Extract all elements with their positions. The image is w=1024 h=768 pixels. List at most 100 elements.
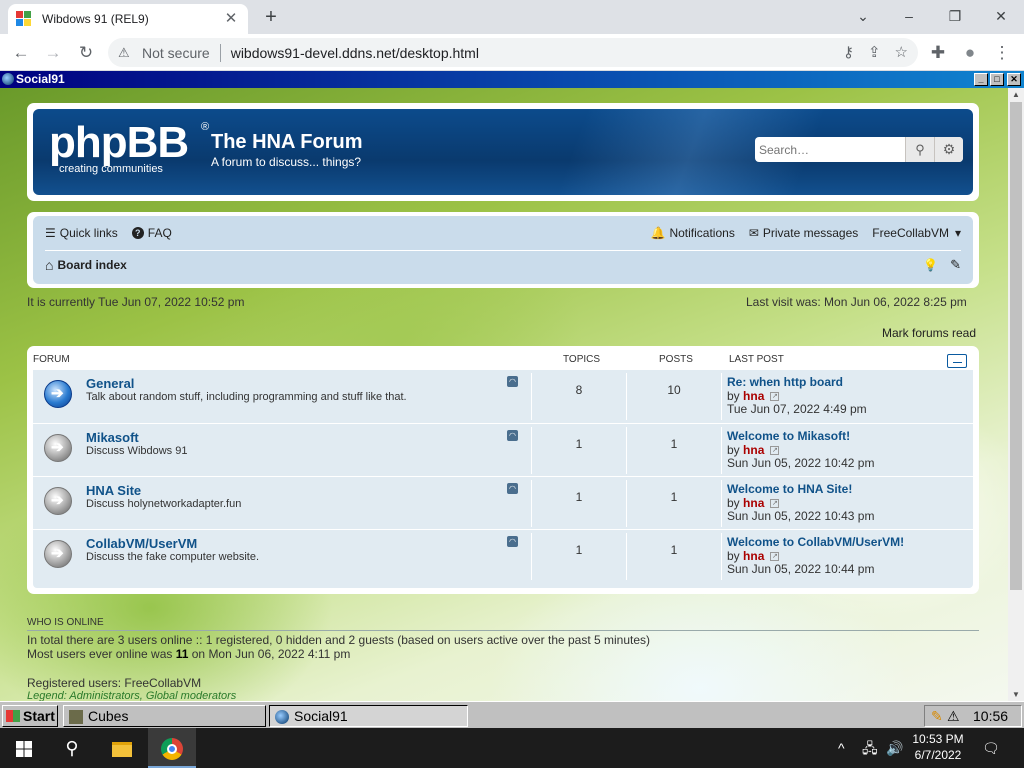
window-close-button[interactable]: ✕ bbox=[1007, 73, 1021, 86]
key-icon[interactable]: ⚷ bbox=[843, 43, 854, 61]
username-label: FreeCollabVM bbox=[872, 226, 949, 240]
phpbb-logo[interactable]: phpBB ® creating communities bbox=[49, 118, 209, 176]
forum-description: Discuss holynetworkadapter.fun bbox=[86, 498, 242, 510]
lightbulb-icon[interactable]: 💡 bbox=[923, 258, 938, 272]
by-label: by bbox=[727, 443, 740, 457]
show-hidden-icons[interactable]: ^ bbox=[838, 728, 845, 768]
bookmark-star-icon[interactable]: ☆ bbox=[895, 43, 908, 61]
view-latest-post-icon[interactable]: ↗ bbox=[770, 499, 780, 509]
board-index-link[interactable]: ⌂ Board index bbox=[45, 257, 127, 273]
close-window-button[interactable]: ✕ bbox=[978, 2, 1024, 30]
rss-feed-icon[interactable]: ◠ bbox=[507, 376, 518, 387]
rss-feed-icon[interactable]: ◠ bbox=[507, 430, 518, 441]
paintbrush-icon[interactable]: ✎ bbox=[950, 257, 961, 273]
view-latest-post-icon[interactable]: ↗ bbox=[770, 392, 780, 402]
last-post-title[interactable]: Welcome to CollabVM/UserVM! bbox=[727, 535, 904, 549]
last-post-title[interactable]: Welcome to HNA Site! bbox=[727, 482, 852, 496]
windows-search-icon[interactable]: ⚲ bbox=[48, 728, 96, 768]
view-latest-post-icon[interactable]: ↗ bbox=[770, 552, 780, 562]
topics-count: 1 bbox=[575, 437, 583, 451]
key-tray-icon[interactable]: ✎ bbox=[931, 706, 943, 726]
forum-name[interactable]: CollabVM/UserVM bbox=[86, 536, 197, 551]
warning-tray-icon[interactable]: ⚠ bbox=[947, 706, 960, 726]
start-button[interactable]: Start bbox=[2, 705, 58, 727]
menu-icon[interactable]: ⋮ bbox=[989, 40, 1015, 66]
last-post-title[interactable]: Re: when http board bbox=[727, 375, 843, 389]
clock-date: 6/7/2022 bbox=[914, 748, 962, 762]
scroll-down-icon[interactable]: ▼ bbox=[1012, 690, 1020, 699]
minimize-button[interactable]: – bbox=[886, 2, 932, 30]
social91-app-icon bbox=[2, 73, 14, 85]
reload-icon[interactable]: ↻ bbox=[73, 40, 99, 66]
tab-search-icon[interactable]: ⌄ bbox=[840, 2, 886, 30]
bars-icon: ☰ bbox=[45, 226, 56, 240]
warning-icon[interactable]: ⚠ bbox=[118, 45, 134, 61]
browser-toolbar: ← → ↻ ⚠ Not secure wibdows91-devel.ddns.… bbox=[0, 34, 1024, 71]
last-post-title[interactable]: Welcome to Mikasoft! bbox=[727, 429, 850, 443]
forum-description: Discuss Wibdows 91 bbox=[86, 445, 188, 457]
rss-feed-icon[interactable]: ◠ bbox=[507, 483, 518, 494]
taskbar-cubes[interactable]: Cubes bbox=[63, 705, 266, 727]
notification-center-icon[interactable]: 🗨 bbox=[982, 728, 1000, 768]
notifications-link[interactable]: 🔔 Notifications bbox=[651, 226, 735, 240]
window-titlebar[interactable]: Social91 bbox=[0, 71, 1024, 88]
faq-link[interactable]: ? FAQ bbox=[131, 226, 172, 240]
last-post-user[interactable]: hna bbox=[743, 549, 764, 563]
rss-feed-icon[interactable]: ◠ bbox=[507, 536, 518, 547]
by-label: by bbox=[727, 496, 740, 510]
last-post-user[interactable]: hna bbox=[743, 496, 764, 510]
share-icon[interactable]: ⇪ bbox=[868, 43, 881, 61]
forum-name[interactable]: General bbox=[86, 376, 134, 391]
forum-row: HNA Site Discuss holynetworkadapter.fun … bbox=[33, 476, 973, 529]
topics-count: 1 bbox=[575, 543, 583, 557]
chrome-icon[interactable] bbox=[148, 728, 196, 768]
file-explorer-icon[interactable] bbox=[98, 728, 146, 768]
vm-clock[interactable]: 10:56 bbox=[973, 706, 1008, 726]
tab-close-icon[interactable]: ✕ bbox=[222, 10, 240, 28]
quick-links-menu[interactable]: ☰ Quick links bbox=[45, 226, 118, 240]
advanced-search-gear-icon[interactable]: ⚙ bbox=[934, 137, 963, 162]
volume-icon[interactable]: 🔊 bbox=[886, 728, 903, 768]
network-icon[interactable]: 🖧 bbox=[862, 728, 878, 768]
scrollbar-thumb[interactable] bbox=[1010, 102, 1022, 590]
forward-icon[interactable]: → bbox=[40, 40, 66, 66]
url-text[interactable]: wibdows91-devel.ddns.net/desktop.html bbox=[231, 45, 479, 61]
window-maximize-button[interactable]: □ bbox=[990, 73, 1004, 86]
last-post-user[interactable]: hna bbox=[743, 443, 764, 457]
logo-text: phpBB bbox=[49, 118, 189, 167]
search-icon[interactable]: ⚲ bbox=[905, 137, 934, 162]
online-record-count: 11 bbox=[175, 647, 189, 661]
browser-tab[interactable]: Wibdows 91 (REL9) ✕ bbox=[8, 4, 248, 34]
extensions-icon[interactable]: ✚ bbox=[925, 40, 951, 66]
online-record-post: on Mon Jun 06, 2022 4:11 pm bbox=[188, 647, 351, 661]
private-messages-link[interactable]: ✉ Private messages bbox=[749, 226, 858, 240]
not-secure-label[interactable]: Not secure bbox=[142, 45, 210, 61]
social91-label: Social91 bbox=[294, 708, 348, 724]
mark-forums-read-link[interactable]: Mark forums read bbox=[882, 326, 976, 340]
last-post-user[interactable]: hna bbox=[743, 389, 764, 403]
user-menu[interactable]: FreeCollabVM ▾ bbox=[872, 226, 961, 240]
last-post-byline: by hna ↗ bbox=[727, 496, 780, 510]
restore-button[interactable]: ❐ bbox=[932, 2, 978, 30]
social91-window: Social91 _ □ ✕ phpBB ® creating communit… bbox=[0, 71, 1024, 701]
tab-title: Wibdows 91 (REL9) bbox=[42, 12, 149, 26]
search-input[interactable] bbox=[755, 137, 905, 162]
taskbar-social91[interactable]: Social91 bbox=[269, 705, 468, 727]
forum-name[interactable]: Mikasoft bbox=[86, 430, 139, 445]
collapse-icon[interactable] bbox=[947, 354, 967, 368]
windows-start-icon[interactable] bbox=[0, 728, 48, 768]
cell-divider bbox=[626, 373, 627, 420]
back-icon[interactable]: ← bbox=[8, 40, 34, 66]
vertical-scrollbar[interactable]: ▲ ▼ bbox=[1008, 88, 1024, 701]
system-clock[interactable]: 10:53 PM 6/7/2022 bbox=[906, 731, 970, 763]
navbar: ☰ Quick links ? FAQ 🔔 Notifications ✉ Pr… bbox=[27, 212, 979, 288]
screen: Wibdows 91 (REL9) ✕ + ⌄ – ❐ ✕ ← → ↻ ⚠ No… bbox=[0, 0, 1024, 768]
new-tab-button[interactable]: + bbox=[260, 6, 282, 28]
profile-icon[interactable]: ● bbox=[957, 40, 983, 66]
online-record-pre: Most users ever online was bbox=[27, 647, 176, 661]
view-latest-post-icon[interactable]: ↗ bbox=[770, 446, 780, 456]
window-minimize-button[interactable]: _ bbox=[974, 73, 988, 86]
address-bar[interactable]: ⚠ Not secure wibdows91-devel.ddns.net/de… bbox=[108, 38, 918, 67]
scroll-up-icon[interactable]: ▲ bbox=[1012, 90, 1020, 99]
forum-name[interactable]: HNA Site bbox=[86, 483, 141, 498]
